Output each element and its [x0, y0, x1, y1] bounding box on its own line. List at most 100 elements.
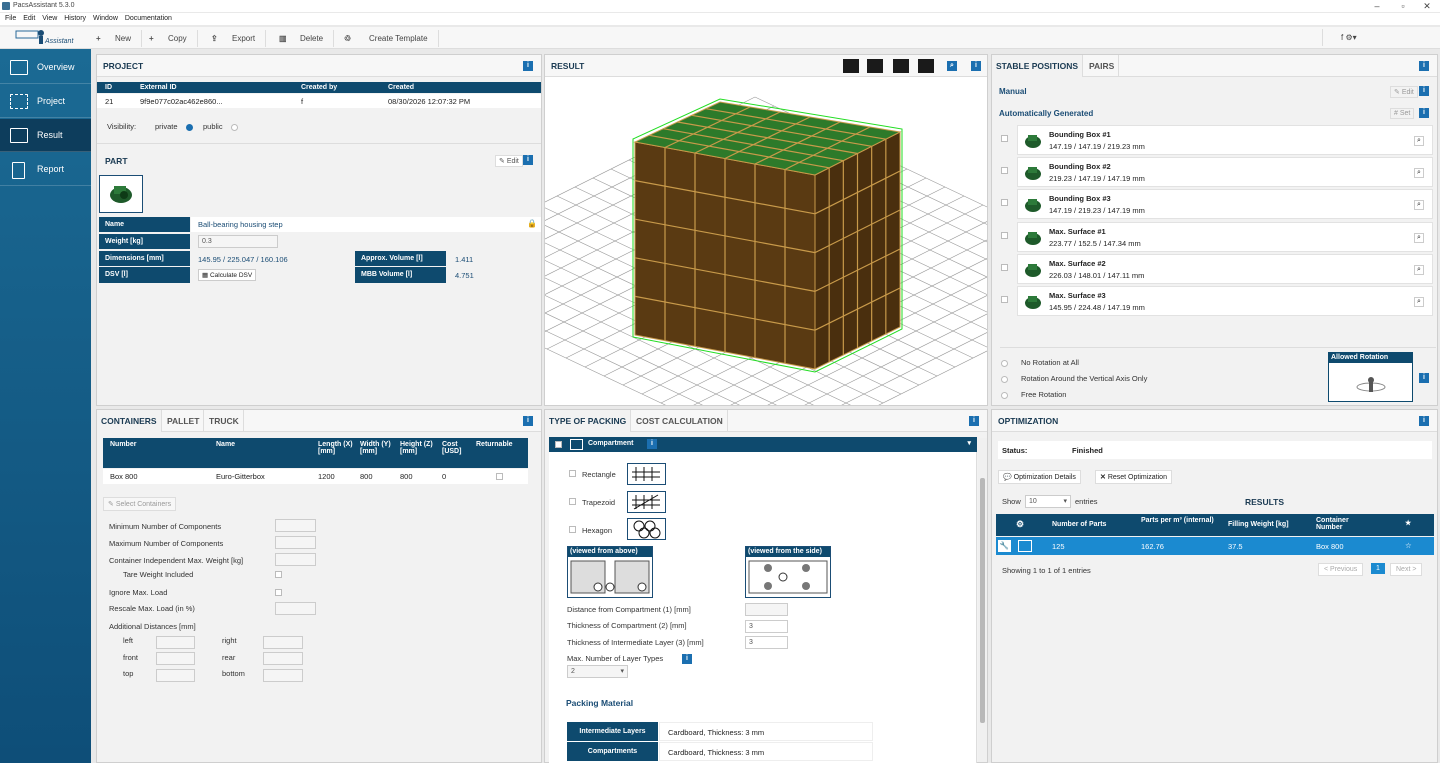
calculate-dsv-button[interactable]: ▦ Calculate DSV — [198, 269, 257, 281]
menu-edit[interactable]: Edit — [23, 15, 35, 22]
compartment-section-header[interactable]: Compartment i ▾ — [549, 437, 977, 452]
view-iso-icon[interactable] — [843, 59, 859, 73]
intermediate-layers-value[interactable]: Cardboard, Thickness: 3 mm — [659, 722, 873, 741]
export-button[interactable]: ⇪ Export — [208, 30, 267, 47]
stable-position-item[interactable]: Max. Surface #3 145.95 / 224.48 / 147.19 … — [1017, 286, 1433, 316]
hexagon-pattern-icon[interactable] — [627, 518, 666, 540]
results-table-row[interactable]: 🔧 125 162.76 37.5 Box 800 ☆ — [996, 537, 1434, 555]
left-distance-input[interactable] — [156, 636, 195, 649]
right-distance-input[interactable] — [263, 636, 303, 649]
menu-window[interactable]: Window — [93, 15, 118, 22]
sidebar-item-project[interactable]: Project — [0, 85, 91, 118]
scrollbar[interactable] — [978, 438, 987, 762]
max-layer-types-select[interactable]: 2 ▾ — [567, 665, 628, 678]
compartments-value[interactable]: Cardboard, Thickness: 3 mm — [659, 742, 873, 761]
sidebar-item-report[interactable]: Report — [0, 153, 91, 186]
sidebar-item-overview[interactable]: Overview — [0, 51, 91, 84]
copy-button[interactable]: + Copy — [146, 30, 198, 47]
stable-position-checkbox[interactable] — [1001, 264, 1008, 271]
page-1-button[interactable]: 1 — [1371, 563, 1385, 574]
reset-optimization-button[interactable]: ✕ Reset Optimization — [1095, 470, 1172, 484]
part-edit-button[interactable]: ✎ Edit — [495, 155, 523, 167]
magnify-icon[interactable]: ⌕ — [1414, 136, 1424, 146]
top-distance-input[interactable] — [156, 669, 195, 682]
stable-position-item[interactable]: Max. Surface #2 226.03 / 148.01 / 147.11 … — [1017, 254, 1433, 284]
containers-table-row[interactable]: Box 800 Euro-Gitterbox 1200 800 800 0 — [103, 469, 528, 484]
stable-position-item[interactable]: Bounding Box #2 219.23 / 147.19 / 147.19 … — [1017, 157, 1433, 187]
packing-3d-view[interactable] — [545, 77, 987, 405]
magnify-icon[interactable]: ⌕ — [1414, 297, 1424, 307]
view-part2-icon[interactable] — [918, 59, 934, 73]
view-part-icon[interactable] — [893, 59, 909, 73]
info-icon[interactable]: i — [647, 439, 657, 449]
ignore-max-load-checkbox[interactable] — [275, 589, 282, 596]
rear-distance-input[interactable] — [263, 652, 303, 665]
min-components-input[interactable] — [275, 519, 316, 532]
magnify-icon[interactable]: ⌕ — [1414, 233, 1424, 243]
compartment-checkbox[interactable] — [555, 441, 562, 448]
select-containers-button[interactable]: ✎ Select Containers — [103, 497, 177, 511]
rectangle-checkbox[interactable] — [569, 470, 576, 477]
free-rotation-radio[interactable] — [1001, 392, 1008, 399]
stable-position-item[interactable]: Max. Surface #1 223.77 / 152.5 / 147.34 m… — [1017, 222, 1433, 252]
stable-position-checkbox[interactable] — [1001, 232, 1008, 239]
trapezoid-pattern-icon[interactable] — [627, 491, 666, 513]
public-radio[interactable] — [231, 124, 238, 131]
set-button[interactable]: # Set — [1390, 108, 1415, 119]
view-wire-icon[interactable] — [867, 59, 883, 73]
max-weight-input[interactable] — [275, 553, 316, 566]
stable-position-checkbox[interactable] — [1001, 199, 1008, 206]
info-icon[interactable]: i — [971, 61, 981, 71]
stable-position-checkbox[interactable] — [1001, 135, 1008, 142]
front-distance-input[interactable] — [156, 652, 195, 665]
next-button[interactable]: Next > — [1390, 563, 1423, 576]
max-components-input[interactable] — [275, 536, 316, 549]
star-icon[interactable]: ★ — [1405, 519, 1411, 527]
star-outline-icon[interactable]: ☆ — [1405, 541, 1412, 550]
trapezoid-checkbox[interactable] — [569, 498, 576, 505]
delete-button[interactable]: ▥ Delete — [276, 30, 335, 47]
magnify-icon[interactable]: ⌕ — [1414, 200, 1424, 210]
info-icon[interactable]: i — [523, 155, 533, 165]
menu-documentation[interactable]: Documentation — [125, 15, 172, 22]
weight-input[interactable]: 0.3 — [198, 235, 278, 248]
stable-position-checkbox[interactable] — [1001, 167, 1008, 174]
maximize-button[interactable]: ▫ — [1390, 0, 1416, 12]
zoom-icon[interactable]: ⌕ — [947, 61, 957, 71]
info-icon[interactable]: i — [1419, 416, 1429, 426]
menu-view[interactable]: View — [42, 15, 57, 22]
tab-pallet[interactable]: PALLET — [163, 410, 205, 432]
hexagon-checkbox[interactable] — [569, 526, 576, 533]
manual-edit-button[interactable]: ✎ Edit — [1390, 86, 1418, 98]
thickness-layer-input[interactable]: 3 — [745, 636, 788, 649]
user-menu[interactable]: f ⚙▾ — [1322, 29, 1434, 46]
vertical-rotation-radio[interactable] — [1001, 376, 1008, 383]
close-button[interactable]: ✕ — [1414, 0, 1440, 12]
info-icon[interactable]: i — [523, 61, 533, 71]
stable-position-item[interactable]: Bounding Box #1 147.19 / 147.19 / 219.23 … — [1017, 125, 1433, 155]
magnify-icon[interactable]: ⌕ — [1414, 168, 1424, 178]
tab-truck[interactable]: TRUCK — [205, 410, 244, 432]
info-icon[interactable]: i — [523, 416, 533, 426]
info-icon[interactable]: i — [1419, 61, 1429, 71]
info-icon[interactable]: i — [969, 416, 979, 426]
tare-weight-checkbox[interactable] — [275, 571, 282, 578]
bottom-distance-input[interactable] — [263, 669, 303, 682]
stable-position-checkbox[interactable] — [1001, 296, 1008, 303]
returnable-checkbox[interactable] — [496, 473, 503, 480]
previous-button[interactable]: < Previous — [1318, 563, 1364, 576]
scrollbar-thumb[interactable] — [980, 478, 985, 723]
stable-position-item[interactable]: Bounding Box #3 147.19 / 219.23 / 147.19 … — [1017, 189, 1433, 219]
entries-select[interactable]: 10 ▾ — [1025, 495, 1071, 508]
wrench-icon[interactable]: 🔧 — [998, 540, 1011, 552]
info-icon[interactable]: i — [1419, 108, 1429, 118]
rescale-max-load-input[interactable] — [275, 602, 316, 615]
chevron-down-icon[interactable]: ▾ — [967, 439, 971, 447]
menu-history[interactable]: History — [64, 15, 86, 22]
private-radio[interactable] — [186, 124, 193, 131]
info-icon[interactable]: i — [1419, 86, 1429, 96]
tab-pairs[interactable]: PAIRS — [1085, 55, 1120, 77]
tab-stable-positions[interactable]: STABLE POSITIONS — [992, 55, 1084, 77]
no-rotation-radio[interactable] — [1001, 360, 1008, 367]
tab-containers[interactable]: CONTAINERS — [97, 410, 162, 432]
